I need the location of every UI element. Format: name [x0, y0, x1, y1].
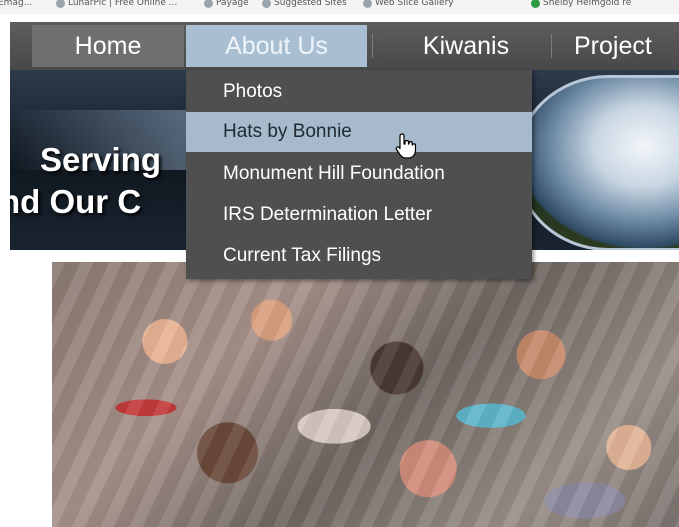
bookmark-icon — [204, 0, 213, 8]
mountain-image — [515, 75, 679, 250]
bookmark-label: Emag... — [0, 0, 33, 8]
nav-home[interactable]: Home — [32, 25, 184, 67]
bookmark-label: Shelby Helmgold re — [543, 0, 632, 8]
bookmark-icon — [56, 0, 65, 8]
bookmark-label: Web Slice Gallery — [375, 0, 454, 8]
google-icon — [531, 0, 540, 8]
bookmark-item[interactable]: Payage — [204, 0, 249, 8]
menu-item-irs-determination-letter[interactable]: IRS Determination Letter — [186, 195, 532, 235]
hand-cursor-icon — [395, 133, 417, 159]
menu-item-current-tax-filings[interactable]: Current Tax Filings — [186, 236, 532, 276]
about-us-dropdown: Photos Hats by Bonnie Monument Hill Foun… — [186, 70, 532, 279]
hero-heading-line1: Serving — [40, 141, 162, 178]
bookmark-item[interactable]: Web Slice Gallery — [363, 0, 454, 8]
bookmark-label: Payage — [216, 0, 249, 8]
bookmark-icon — [262, 0, 271, 8]
bookmark-label: Suggested Sites — [274, 0, 347, 8]
nav-about-us[interactable]: About Us — [186, 25, 367, 67]
bookmark-item[interactable]: LunarPic | Free Online ... — [56, 0, 177, 8]
bookmark-label: LunarPic | Free Online ... — [68, 0, 178, 8]
menu-item-photos[interactable]: Photos — [186, 72, 532, 112]
bookmark-item[interactable]: Emag... — [0, 0, 32, 8]
bookmark-item[interactable]: Shelby Helmgold re — [531, 0, 631, 8]
menu-item-monument-hill-foundation[interactable]: Monument Hill Foundation — [186, 154, 532, 194]
nav-projects[interactable]: Project — [574, 25, 679, 67]
bookmark-icon — [363, 0, 372, 8]
hero-heading-line2: nd Our C — [10, 183, 142, 220]
bookmark-item[interactable]: Suggested Sites — [262, 0, 347, 8]
main-nav: Home About Us Kiwanis Project — [10, 22, 679, 70]
nav-kiwanis[interactable]: Kiwanis — [395, 25, 537, 67]
nav-divider — [551, 34, 552, 58]
children-reading-photo — [52, 262, 679, 527]
bookmarks-bar: Emag... LunarPic | Free Online ... Payag… — [0, 0, 679, 14]
nav-divider — [372, 34, 373, 58]
menu-item-hats-by-bonnie[interactable]: Hats by Bonnie — [186, 112, 532, 152]
